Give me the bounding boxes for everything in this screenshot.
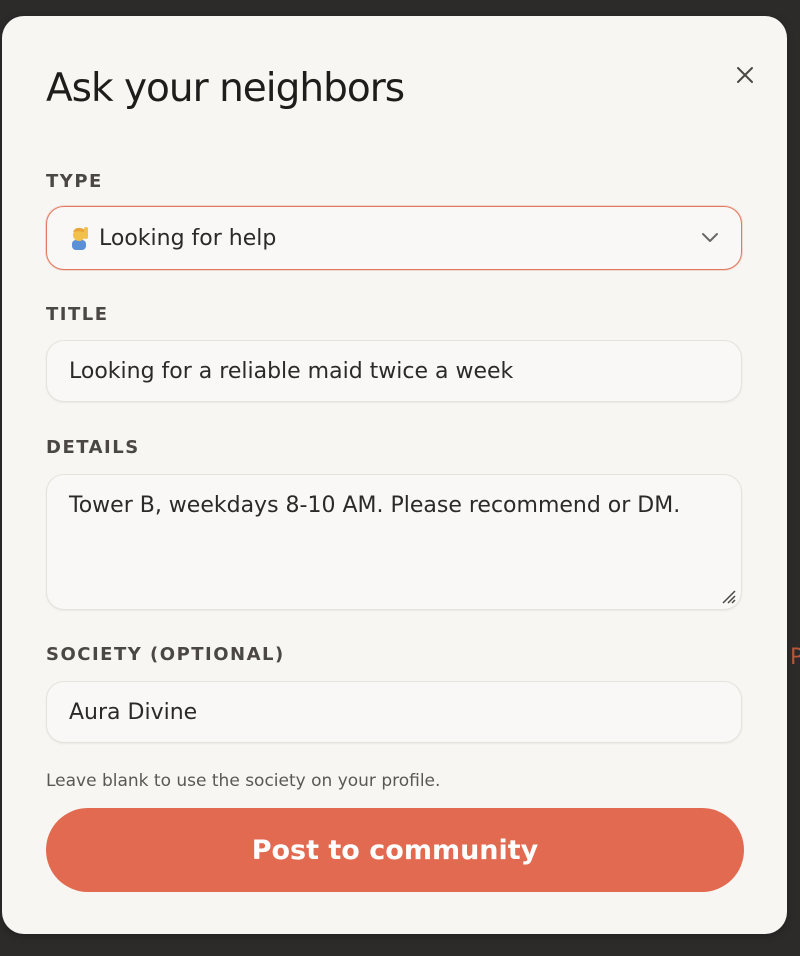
chevron-down-icon: [702, 233, 718, 242]
title-input-value: Looking for a reliable maid twice a week: [69, 358, 514, 384]
title-input[interactable]: Looking for a reliable maid twice a week: [46, 340, 742, 402]
type-select-value: Looking for help: [99, 225, 277, 251]
type-label: TYPE: [46, 171, 103, 192]
society-label: SOCIETY (OPTIONAL): [46, 644, 285, 665]
modal-title: Ask your neighbors: [46, 66, 405, 111]
details-textarea[interactable]: Tower B, weekdays 8-10 AM. Please recomm…: [46, 474, 742, 610]
title-label: TITLE: [46, 304, 109, 325]
society-hint: Leave blank to use the society on your p…: [46, 771, 441, 791]
person-raising-hand-emoji-icon: [69, 226, 91, 250]
resize-handle-icon[interactable]: [717, 585, 737, 605]
post-to-community-button[interactable]: Post to community: [46, 808, 744, 892]
society-input[interactable]: Aura Divine: [46, 681, 742, 743]
details-label: DETAILS: [46, 437, 140, 458]
society-input-value: Aura Divine: [69, 699, 198, 725]
details-textarea-value: Tower B, weekdays 8-10 AM. Please recomm…: [69, 493, 681, 518]
background-peek-text: P: [790, 645, 800, 670]
close-button[interactable]: [730, 60, 760, 90]
ask-neighbors-modal: Ask your neighbors TYPE Looking for help…: [2, 16, 787, 934]
type-select[interactable]: Looking for help: [46, 206, 742, 270]
close-icon: [737, 67, 753, 83]
